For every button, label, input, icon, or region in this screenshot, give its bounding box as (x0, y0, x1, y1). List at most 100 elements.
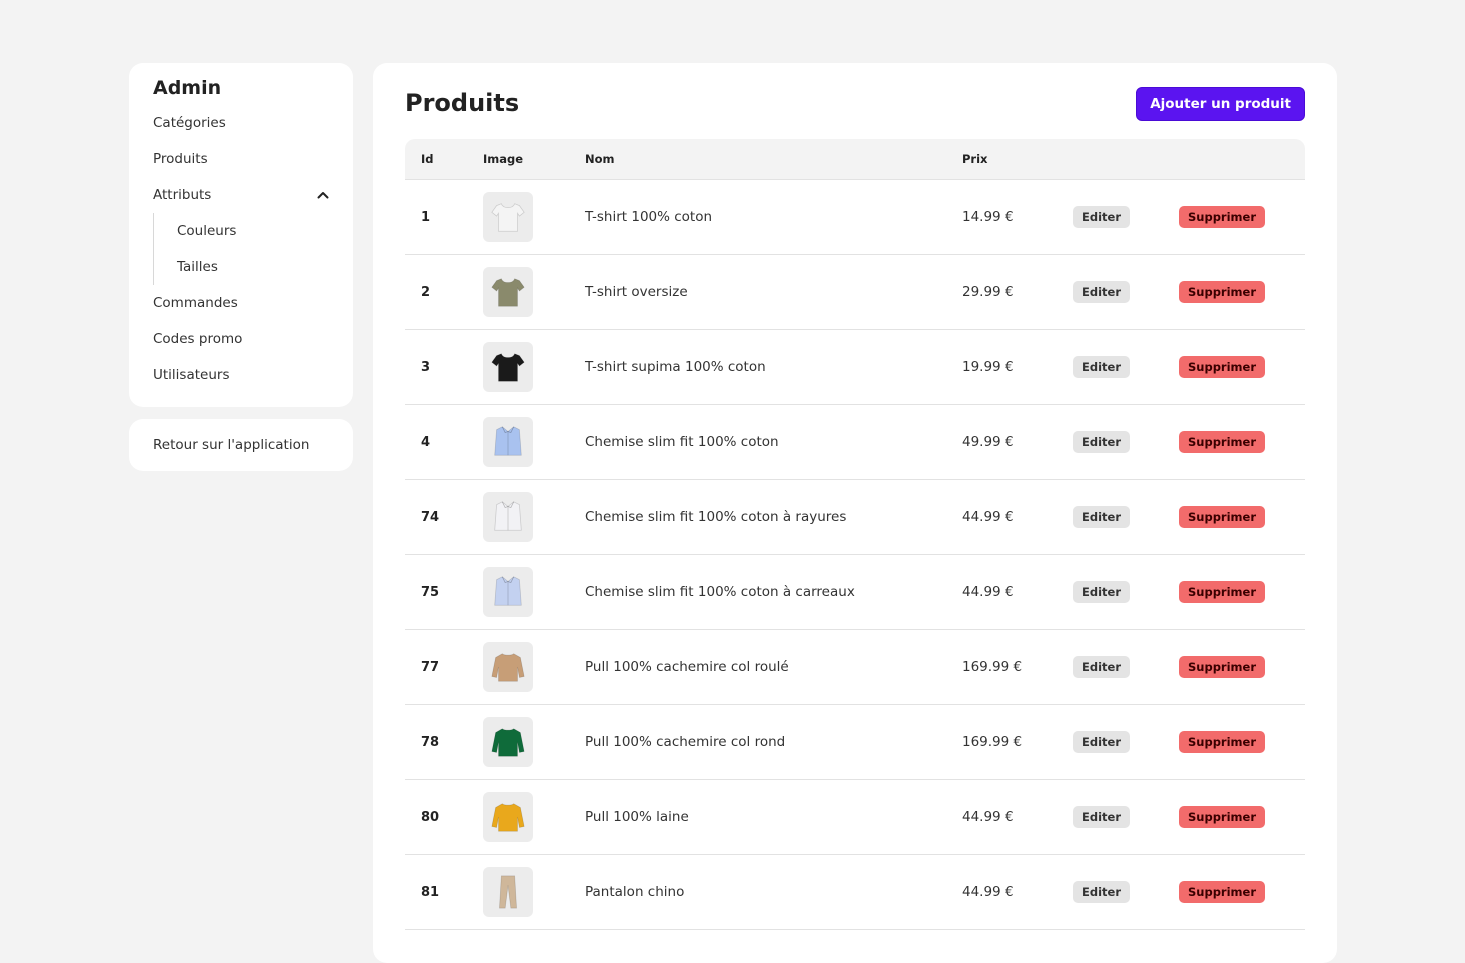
edit-button[interactable]: Editer (1073, 356, 1130, 378)
table-row: 3 T-shirt supima 100% coton 19.99 € Edit… (405, 330, 1305, 405)
product-name: Pantalon chino (585, 884, 685, 900)
product-actions-delete: Supprimer (1179, 405, 1266, 479)
back-to-app-link[interactable]: Retour sur l'application (129, 419, 353, 471)
product-id: 4 (421, 434, 431, 450)
product-id: 2 (421, 284, 431, 300)
panel-header: Produits Ajouter un produit (405, 87, 1305, 121)
tshirt-icon (483, 267, 533, 317)
delete-button[interactable]: Supprimer (1179, 731, 1266, 753)
edit-button[interactable]: Editer (1073, 881, 1130, 903)
product-name: Chemise slim fit 100% coton à rayures (585, 509, 847, 525)
product-actions-edit: Editer (1073, 855, 1130, 929)
product-image-cell (483, 855, 533, 929)
product-name: Pull 100% cachemire col roulé (585, 659, 789, 675)
sweater-icon (483, 792, 533, 842)
products-table: Id Image Nom Prix 1 T-shirt 100% coton 1… (405, 139, 1305, 930)
column-header-name: Nom (585, 152, 615, 166)
delete-button[interactable]: Supprimer (1179, 281, 1266, 303)
edit-button[interactable]: Editer (1073, 506, 1130, 528)
delete-button[interactable]: Supprimer (1179, 506, 1266, 528)
product-image-cell (483, 180, 533, 254)
product-id: 3 (421, 359, 431, 375)
attributes-submenu: Couleurs Tailles (153, 213, 329, 285)
sidebar-item-promo-codes[interactable]: Codes promo (153, 321, 329, 357)
add-product-button[interactable]: Ajouter un produit (1136, 87, 1305, 121)
product-name: T-shirt oversize (585, 284, 688, 300)
edit-button[interactable]: Editer (1073, 206, 1130, 228)
column-header-image: Image (483, 152, 524, 166)
column-header-price: Prix (962, 152, 988, 166)
page-title: Produits (405, 89, 520, 117)
table-row: 74 Chemise slim fit 100% coton à rayures… (405, 480, 1305, 555)
product-actions-edit: Editer (1073, 705, 1130, 779)
tshirt-icon (483, 192, 533, 242)
pants-icon (483, 867, 533, 917)
table-row: 4 Chemise slim fit 100% coton 49.99 € Ed… (405, 405, 1305, 480)
product-price: 14.99 € (962, 209, 1014, 225)
edit-button[interactable]: Editer (1073, 731, 1130, 753)
sidebar-item-label: Attributs (153, 187, 212, 203)
delete-button[interactable]: Supprimer (1179, 656, 1266, 678)
product-actions-edit: Editer (1073, 555, 1130, 629)
delete-button[interactable]: Supprimer (1179, 206, 1266, 228)
column-header-id: Id (421, 152, 434, 166)
product-id: 1 (421, 209, 431, 225)
sidebar-item-orders[interactable]: Commandes (153, 285, 329, 321)
sidebar-item-users[interactable]: Utilisateurs (153, 357, 329, 393)
product-name: Pull 100% laine (585, 809, 689, 825)
table-row: 75 Chemise slim fit 100% coton à carreau… (405, 555, 1305, 630)
edit-button[interactable]: Editer (1073, 281, 1130, 303)
sidebar-item-colors[interactable]: Couleurs (177, 213, 329, 249)
sidebar: Admin Catégories Produits Attributs Coul… (129, 63, 353, 471)
product-price: 169.99 € (962, 734, 1023, 750)
product-name: T-shirt supima 100% coton (585, 359, 766, 375)
shirt-icon (483, 492, 533, 542)
tshirt-icon (483, 342, 533, 392)
table-header: Id Image Nom Prix (405, 139, 1305, 180)
product-id: 75 (421, 584, 440, 600)
product-name: Pull 100% cachemire col rond (585, 734, 786, 750)
product-price: 49.99 € (962, 434, 1014, 450)
sidebar-item-categories[interactable]: Catégories (153, 105, 329, 141)
product-actions-delete: Supprimer (1179, 180, 1266, 254)
sidebar-item-sizes[interactable]: Tailles (177, 249, 329, 285)
product-actions-edit: Editer (1073, 330, 1130, 404)
product-actions-edit: Editer (1073, 255, 1130, 329)
admin-menu-card: Admin Catégories Produits Attributs Coul… (129, 63, 353, 407)
edit-button[interactable]: Editer (1073, 581, 1130, 603)
product-id: 78 (421, 734, 440, 750)
product-price: 29.99 € (962, 284, 1014, 300)
product-price: 19.99 € (962, 359, 1014, 375)
sidebar-title: Admin (153, 77, 222, 99)
products-panel: Produits Ajouter un produit Id Image Nom… (373, 63, 1337, 963)
product-image-cell (483, 780, 533, 854)
product-actions-edit: Editer (1073, 180, 1130, 254)
product-id: 74 (421, 509, 440, 525)
edit-button[interactable]: Editer (1073, 656, 1130, 678)
product-actions-edit: Editer (1073, 780, 1130, 854)
table-body: 1 T-shirt 100% coton 14.99 € Editer Supp… (405, 180, 1305, 930)
product-id: 77 (421, 659, 440, 675)
table-row: 2 T-shirt oversize 29.99 € Editer Suppri… (405, 255, 1305, 330)
delete-button[interactable]: Supprimer (1179, 806, 1266, 828)
delete-button[interactable]: Supprimer (1179, 881, 1266, 903)
sidebar-item-products[interactable]: Produits (153, 141, 329, 177)
product-price: 169.99 € (962, 659, 1023, 675)
product-image-cell (483, 555, 533, 629)
product-id: 81 (421, 884, 440, 900)
delete-button[interactable]: Supprimer (1179, 356, 1266, 378)
edit-button[interactable]: Editer (1073, 431, 1130, 453)
product-image-cell (483, 705, 533, 779)
product-name: Chemise slim fit 100% coton à carreaux (585, 584, 855, 600)
delete-button[interactable]: Supprimer (1179, 431, 1266, 453)
delete-button[interactable]: Supprimer (1179, 581, 1266, 603)
product-actions-delete: Supprimer (1179, 630, 1266, 704)
edit-button[interactable]: Editer (1073, 806, 1130, 828)
product-image-cell (483, 630, 533, 704)
chevron-up-icon[interactable] (315, 177, 331, 213)
shirt-icon (483, 417, 533, 467)
product-actions-edit: Editer (1073, 405, 1130, 479)
sidebar-item-attributes[interactable]: Attributs (153, 177, 329, 213)
product-actions-edit: Editer (1073, 480, 1130, 554)
table-row: 78 Pull 100% cachemire col rond 169.99 €… (405, 705, 1305, 780)
